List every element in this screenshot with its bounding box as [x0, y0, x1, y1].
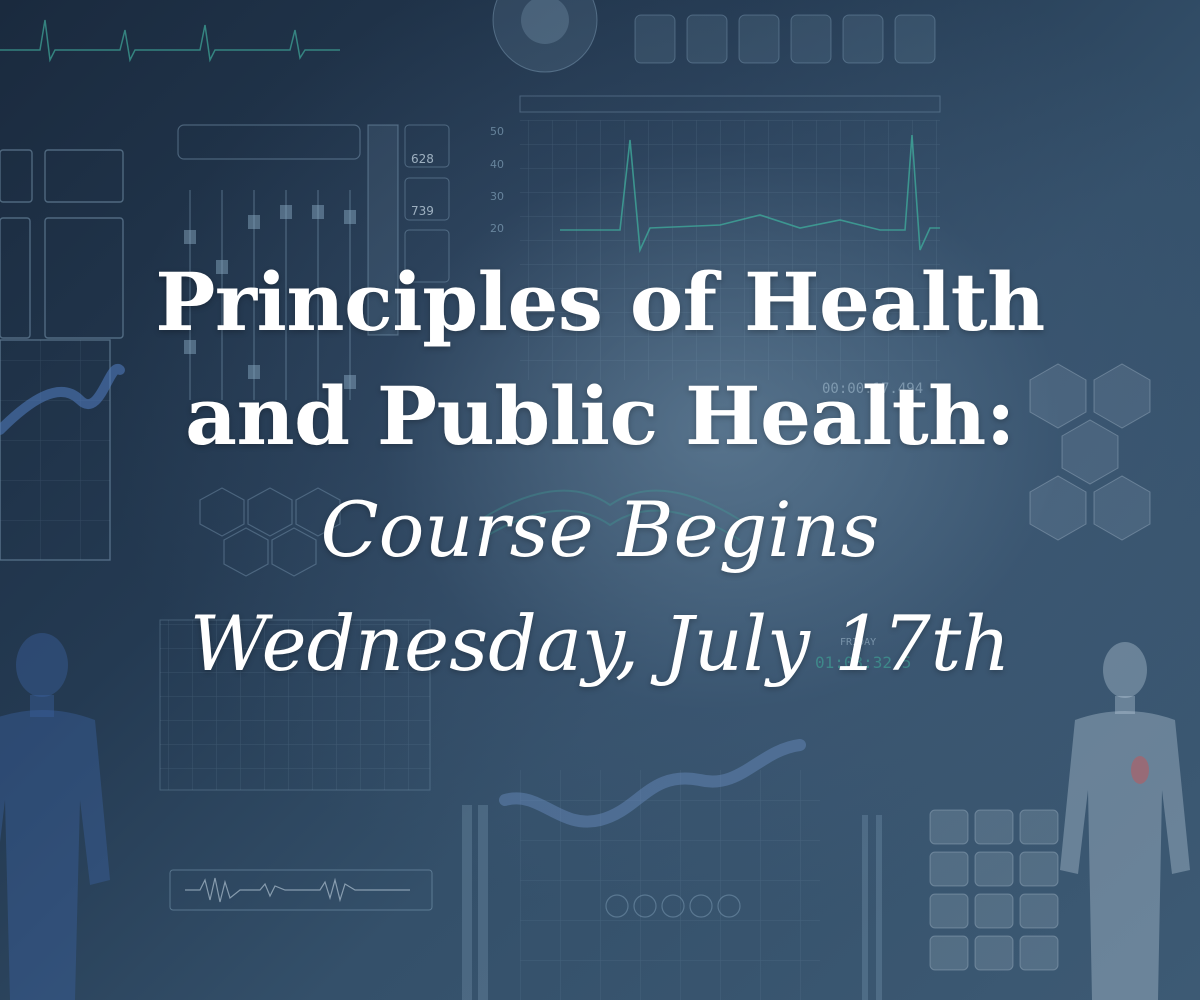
playback-controls	[520, 770, 820, 1000]
headline: Principles of Health and Public Health: …	[0, 245, 1200, 701]
axis-label-40: 40	[490, 158, 504, 171]
headline-line-4: Wednesday, July 17th	[189, 599, 1011, 688]
headline-line-2: and Public Health:	[185, 369, 1015, 463]
banner: 50 40 30 20 628 739 00:00:17.494 FRIDAY …	[0, 0, 1200, 1000]
axis-label-30: 30	[490, 190, 504, 203]
dial-control-top	[492, 0, 598, 73]
ecg-strip-top-left	[0, 19, 340, 63]
icon-grid-bottom-right	[929, 809, 1059, 971]
axis-label-20: 20	[490, 222, 504, 235]
headline-line-3: Course Begins	[320, 485, 880, 574]
icon-tiles-top	[634, 14, 936, 64]
axis-label-50: 50	[490, 125, 504, 138]
readout-value-b: 739	[411, 204, 434, 218]
headline-line-1: Principles of Health	[155, 255, 1045, 349]
readout-value-a: 628	[411, 152, 434, 166]
